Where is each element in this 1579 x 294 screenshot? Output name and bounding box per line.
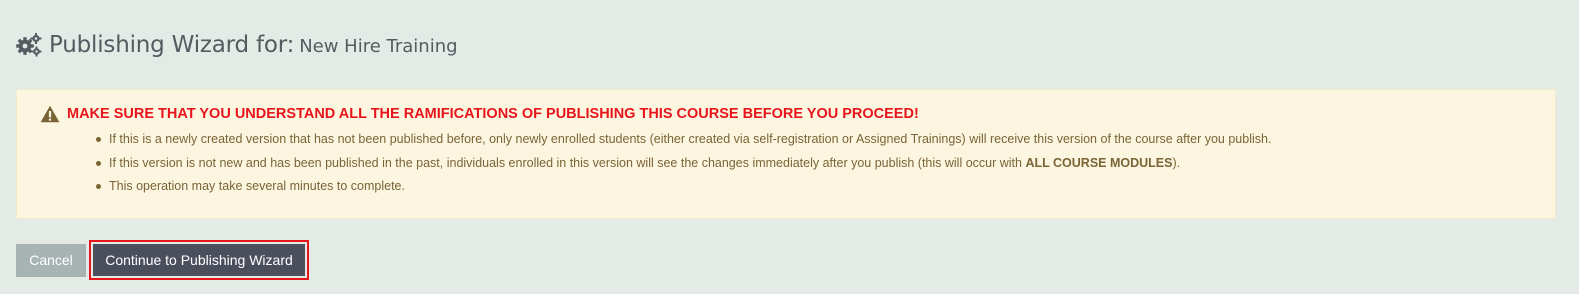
- course-name: New Hire Training: [299, 35, 458, 57]
- alert-item-emphasis: ALL COURSE MODULES: [1025, 155, 1173, 170]
- page-title: Publishing Wizard for:: [49, 32, 295, 58]
- page-header: Publishing Wizard for: New Hire Training: [16, 28, 458, 62]
- alert-item-text-end: ).: [1172, 155, 1181, 170]
- warning-icon: [40, 105, 60, 123]
- cancel-button[interactable]: Cancel: [16, 243, 86, 277]
- alert-title: MAKE SURE THAT YOU UNDERSTAND ALL THE RA…: [67, 106, 919, 122]
- action-bar: Cancel Continue to Publishing Wizard: [16, 240, 309, 280]
- continue-to-publishing-wizard-button[interactable]: Continue to Publishing Wizard: [93, 244, 305, 276]
- alert-item-text: If this version is not new and has been …: [109, 155, 1026, 170]
- alert-item-text: This operation may take several minutes …: [109, 179, 405, 193]
- alert-item-text: If this is a newly created version that …: [109, 132, 1272, 146]
- highlight-box: Continue to Publishing Wizard: [89, 240, 309, 280]
- alert-list-item: If this is a newly created version that …: [95, 128, 1272, 152]
- alert-list-item: If this version is not new and has been …: [95, 152, 1271, 176]
- alert-list: If this is a newly created version that …: [91, 128, 1271, 199]
- warning-alert: MAKE SURE THAT YOU UNDERSTAND ALL THE RA…: [16, 89, 1556, 219]
- alert-heading: MAKE SURE THAT YOU UNDERSTAND ALL THE RA…: [40, 105, 919, 123]
- gears-icon: [16, 32, 44, 58]
- alert-list-item: This operation may take several minutes …: [95, 175, 1271, 199]
